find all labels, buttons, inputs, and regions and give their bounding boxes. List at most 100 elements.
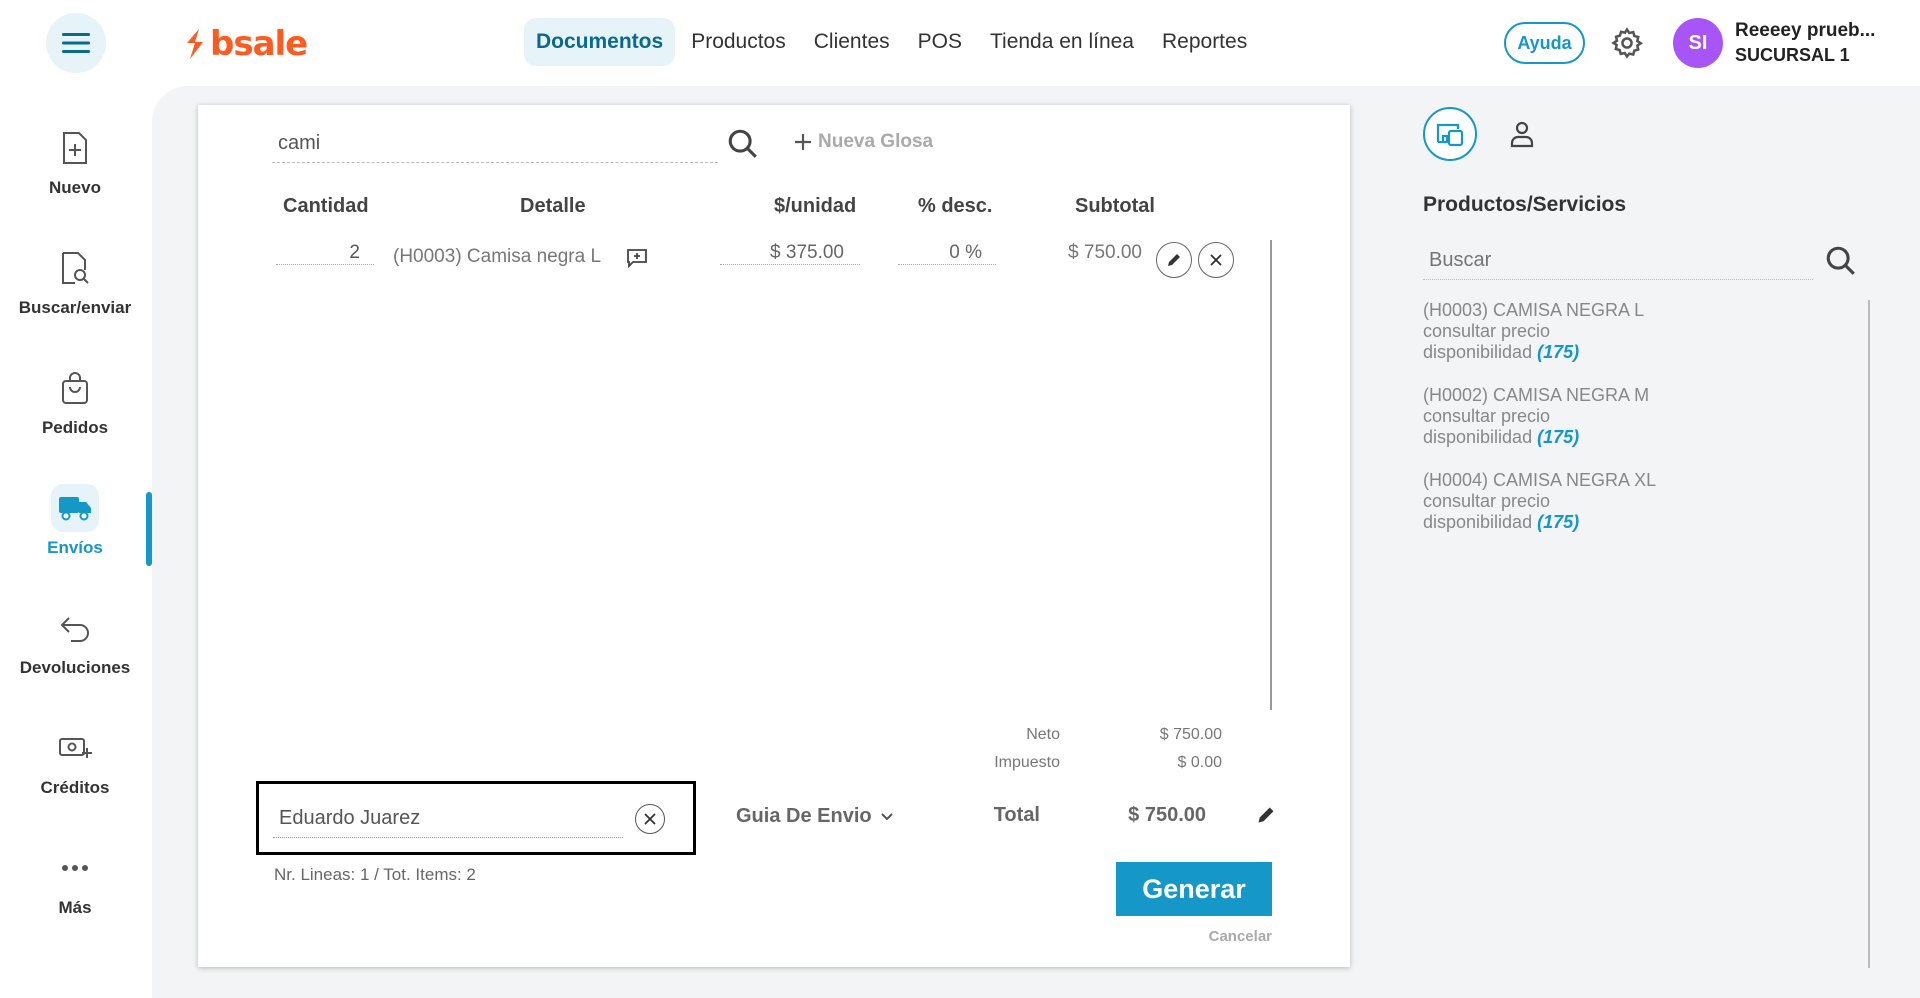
products-list: (H0003) CAMISA NEGRA L consultar precio … (1423, 300, 1783, 555)
search-icon[interactable] (1824, 244, 1858, 278)
generate-button[interactable]: Generar (1116, 862, 1272, 916)
neto-value: $ 750.00 (1159, 726, 1222, 743)
list-item[interactable]: (H0003) CAMISA NEGRA L consultar precio … (1423, 300, 1783, 363)
add-comment-icon[interactable] (626, 248, 648, 268)
product-price: consultar precio (1423, 406, 1551, 426)
sidebar: Nuevo Buscar/enviar Pedidos Envíos Devol… (0, 86, 150, 998)
availability-count: (175) (1537, 342, 1580, 362)
list-item[interactable]: (H0002) CAMISA NEGRA M consultar precio … (1423, 385, 1783, 448)
column-header-detail: Detalle (520, 195, 586, 217)
nav-pos[interactable]: POS (906, 18, 974, 66)
sidebar-label: Créditos (40, 778, 110, 797)
gear-icon[interactable] (1610, 26, 1644, 60)
user-name[interactable]: Reeeey prueb... (1735, 20, 1875, 42)
main-nav: Documentos Productos Clientes POS Tienda… (524, 18, 1259, 66)
close-icon (644, 813, 656, 825)
line-subtotal: $ 750.00 (1068, 242, 1142, 263)
product-name: (H0003) CAMISA NEGRA L (1423, 300, 1645, 320)
sidebar-label: Envíos (47, 538, 103, 557)
nav-documentos[interactable]: Documentos (524, 18, 676, 66)
new-glosa-label: Nueva Glosa (818, 131, 934, 152)
file-plus-icon (63, 132, 87, 164)
truck-icon (59, 497, 91, 521)
total-label: Total (993, 804, 1040, 826)
qty-input[interactable]: 2 (276, 242, 374, 265)
branch-name[interactable]: SUCURSAL 1 (1735, 45, 1850, 66)
nav-clientes[interactable]: Clientes (802, 18, 902, 66)
money-plus-icon (59, 738, 92, 758)
menu-button[interactable] (46, 13, 106, 73)
nav-productos[interactable]: Productos (679, 18, 798, 66)
sidebar-label: Pedidos (41, 418, 109, 437)
column-header-discount: % desc. (918, 195, 993, 217)
impuesto-label: Impuesto (994, 754, 1060, 771)
column-header-unit-price: $/unidad (774, 195, 857, 217)
logo-text: bsale (210, 24, 308, 64)
pencil-icon (1168, 254, 1180, 266)
sidebar-item-pedidos[interactable]: Pedidos (0, 346, 150, 456)
avatar[interactable]: SI (1673, 18, 1723, 68)
cancel-link[interactable]: Cancelar (1138, 928, 1272, 945)
client-input[interactable] (273, 800, 623, 838)
scroll-divider (1270, 240, 1272, 710)
product-price: consultar precio (1423, 491, 1551, 511)
chevron-down-icon (880, 812, 893, 820)
nav-reportes[interactable]: Reportes (1150, 18, 1259, 66)
availability-count: (175) (1537, 427, 1580, 447)
help-button[interactable]: Ayuda (1504, 22, 1585, 64)
sidebar-item-envios[interactable]: Envíos (0, 466, 150, 576)
scrollbar-track[interactable] (1868, 300, 1870, 968)
search-icon[interactable] (726, 127, 760, 161)
sidebar-label: Buscar/enviar (18, 298, 132, 317)
file-search-icon (62, 252, 89, 284)
document-panel: Nueva Glosa Cantidad Detalle $/unidad % … (198, 105, 1350, 967)
dots-icon (62, 865, 88, 871)
close-icon (1210, 254, 1222, 266)
product-name: (H0004) CAMISA NEGRA XL (1423, 470, 1657, 490)
clear-client-button[interactable] (635, 804, 665, 834)
nav-tienda-en-linea[interactable]: Tienda en línea (978, 18, 1146, 66)
sidebar-label: Más (58, 898, 92, 917)
unit-price-input[interactable]: $ 375.00 (720, 242, 860, 265)
edit-total-icon[interactable] (1256, 805, 1276, 825)
return-arrow-icon (60, 617, 89, 642)
plus-icon (795, 134, 811, 150)
hamburger-icon (62, 33, 90, 53)
availability-label: disponibilidad (1423, 512, 1533, 532)
line-detail: (H0003) Camisa negra L (393, 246, 602, 267)
availability-count: (175) (1537, 512, 1580, 532)
logo[interactable]: bsale (184, 24, 308, 64)
total-value: $ 750.00 (1128, 804, 1206, 826)
sidebar-item-devoluciones[interactable]: Devoluciones (0, 586, 150, 696)
bsale-logo-icon (187, 29, 203, 59)
availability-label: disponibilidad (1423, 427, 1533, 447)
impuesto-value: $ 0.00 (1177, 754, 1222, 771)
sidebar-item-nuevo[interactable]: Nuevo (0, 106, 150, 216)
sidebar-item-buscar-enviar[interactable]: Buscar/enviar (0, 226, 150, 336)
client-selector (256, 781, 696, 855)
products-search-input[interactable] (1423, 242, 1813, 280)
product-name: (H0002) CAMISA NEGRA M (1423, 385, 1650, 405)
remove-line-button[interactable] (1198, 242, 1234, 278)
document-type-dropdown[interactable]: Guia De Envio (736, 805, 894, 828)
new-glosa-button[interactable]: Nueva Glosa (794, 131, 933, 153)
product-search-input[interactable] (272, 125, 718, 163)
tab-products[interactable] (1423, 107, 1477, 161)
user-icon (1510, 121, 1534, 148)
column-header-subtotal: Subtotal (1075, 195, 1155, 217)
tab-client[interactable] (1495, 107, 1549, 161)
sidebar-label: Devoluciones (19, 658, 131, 677)
sidebar-item-creditos[interactable]: Créditos (0, 706, 150, 816)
sidebar-label: Nuevo (49, 178, 101, 197)
product-price: consultar precio (1423, 321, 1551, 341)
edit-line-button[interactable] (1156, 242, 1192, 278)
top-bar: bsale Documentos Productos Clientes POS … (0, 0, 1920, 86)
column-header-qty: Cantidad (283, 195, 369, 217)
products-devices-icon (1436, 123, 1464, 147)
list-item[interactable]: (H0004) CAMISA NEGRA XL consultar precio… (1423, 470, 1783, 533)
bag-icon (62, 372, 88, 404)
document-type-label: Guia De Envio (736, 805, 872, 827)
sidebar-item-mas[interactable]: Más (0, 826, 150, 936)
lines-summary: Nr. Lineas: 1 / Tot. Items: 2 (274, 865, 476, 884)
discount-input[interactable]: 0 % (898, 242, 996, 265)
